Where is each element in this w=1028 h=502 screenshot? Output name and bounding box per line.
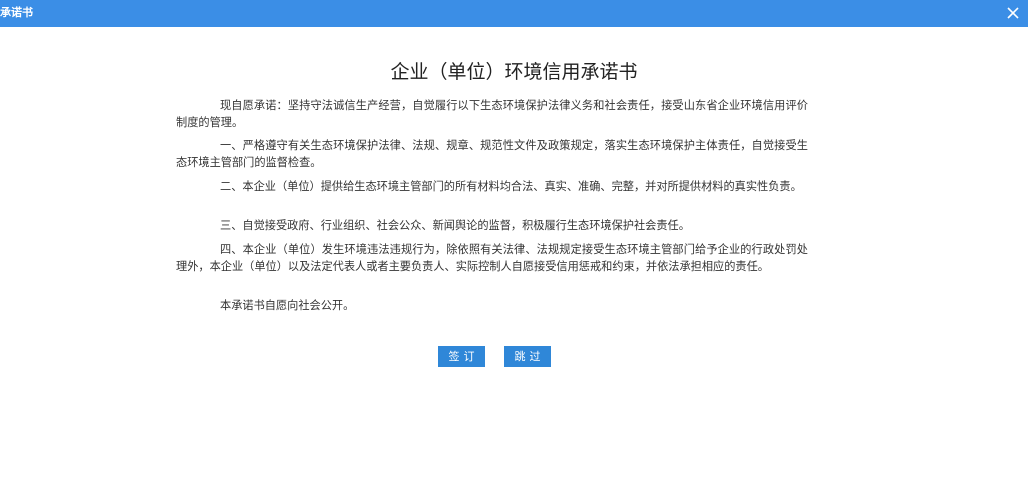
document-title: 企业（单位）环境信用承诺书 (390, 61, 638, 83)
commitment-clause-2: 二、本企业（单位）提供给生态环境主管部门的所有材料均合法、真实、准确、完整，并对… (220, 180, 802, 193)
dialog-title: 承诺书 (0, 6, 33, 19)
commitment-public-note: 本承诺书自愿向社会公开。 (220, 299, 355, 312)
commitment-clause-3: 三、自觉接受政府、行业组织、社会公众、新闻舆论的监督，积极履行生态环境保护社会责… (220, 219, 690, 232)
commitment-clause-1: 一、严格遵守有关生态环境保护法律、法规、规章、规范性文件及政策规定，落实生态环境… (176, 139, 808, 169)
sign-button[interactable]: 签订 (438, 346, 485, 367)
skip-button[interactable]: 跳过 (504, 346, 551, 367)
close-icon[interactable] (1004, 4, 1022, 22)
dialog-content: 企业（单位）环境信用承诺书 现自愿承诺：坚持守法诚信生产经营，自觉履行以下生态环… (0, 27, 1028, 502)
commitment-clause-4: 四、本企业（单位）发生环境违法违规行为，除依照有关法律、法规规定接受生态环境主管… (176, 243, 808, 273)
commitment-intro: 现自愿承诺：坚持守法诚信生产经营，自觉履行以下生态环境保护法律义务和社会责任，接… (176, 99, 808, 129)
dialog-titlebar: 承诺书 (0, 0, 1028, 27)
